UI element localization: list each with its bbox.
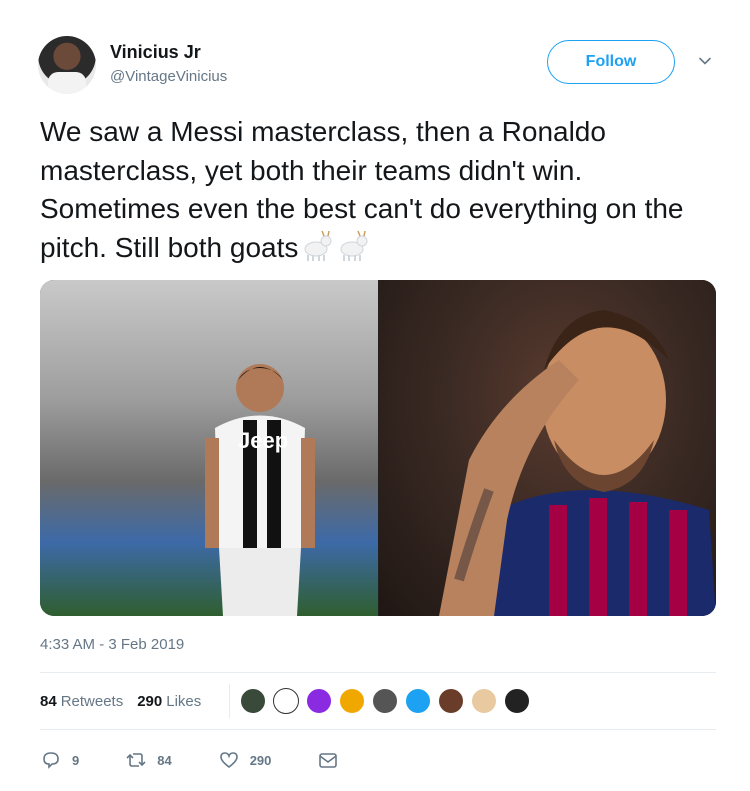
tweet-timestamp[interactable]: 4:33 AM - 3 Feb 2019 <box>40 636 184 653</box>
likes-stat[interactable]: 290 Likes <box>137 693 201 710</box>
tweet-actions: 9 84 290 <box>40 745 395 775</box>
player-figure <box>205 364 315 616</box>
retweet-button[interactable]: 84 <box>125 749 172 771</box>
liker-avatars <box>240 688 537 714</box>
user-avatar[interactable] <box>38 36 96 94</box>
retweets-label: Retweets <box>60 692 124 710</box>
reply-count: 9 <box>72 752 80 768</box>
liker-avatar[interactable] <box>405 688 432 714</box>
liker-avatar[interactable] <box>471 688 498 714</box>
direct-message-button[interactable] <box>317 749 349 771</box>
user-display-name[interactable]: Vinicius Jr <box>110 42 201 63</box>
goat-icon <box>340 230 368 261</box>
reply-button[interactable]: 9 <box>40 749 79 771</box>
jersey-sponsor-text: Jeep <box>238 428 289 453</box>
liker-avatar[interactable] <box>273 688 300 714</box>
liker-avatar[interactable] <box>339 688 366 714</box>
photo-messi[interactable] <box>379 280 716 616</box>
reply-icon <box>43 752 59 769</box>
stats-separator <box>229 684 231 718</box>
tweet-media[interactable]: Jeep <box>40 280 716 616</box>
retweets-stat[interactable]: 84 Retweets <box>40 693 123 710</box>
like-count: 290 <box>249 752 272 768</box>
chevron-down-icon[interactable] <box>698 54 712 68</box>
goat-icon <box>304 230 332 261</box>
liker-avatar[interactable] <box>504 688 531 714</box>
envelope-icon <box>319 753 338 768</box>
player-figure <box>439 310 716 616</box>
retweets-count: 84 <box>40 692 57 710</box>
photo-ronaldo[interactable]: Jeep <box>40 280 378 616</box>
retweet-count: 84 <box>157 752 172 768</box>
likes-count: 290 <box>137 692 163 710</box>
follow-button[interactable]: Follow <box>547 40 675 84</box>
likes-label: Likes <box>166 692 202 710</box>
user-handle[interactable]: @VintageVinicius <box>110 68 227 85</box>
heart-icon <box>219 752 238 769</box>
liker-avatar[interactable] <box>240 688 267 714</box>
liker-avatar[interactable] <box>438 688 465 714</box>
tweet-text: We saw a Messi masterclass, then a Ronal… <box>40 113 730 267</box>
tweet-header: Vinicius Jr @VintageVinicius Follow <box>38 36 718 96</box>
like-button[interactable]: 290 <box>218 749 272 771</box>
retweet-icon <box>126 753 146 767</box>
divider <box>40 729 716 730</box>
liker-avatar[interactable] <box>372 688 399 714</box>
divider <box>40 672 716 673</box>
liker-avatar[interactable] <box>306 688 333 714</box>
tweet-stats: 84 Retweets 290 Likes <box>40 684 537 718</box>
